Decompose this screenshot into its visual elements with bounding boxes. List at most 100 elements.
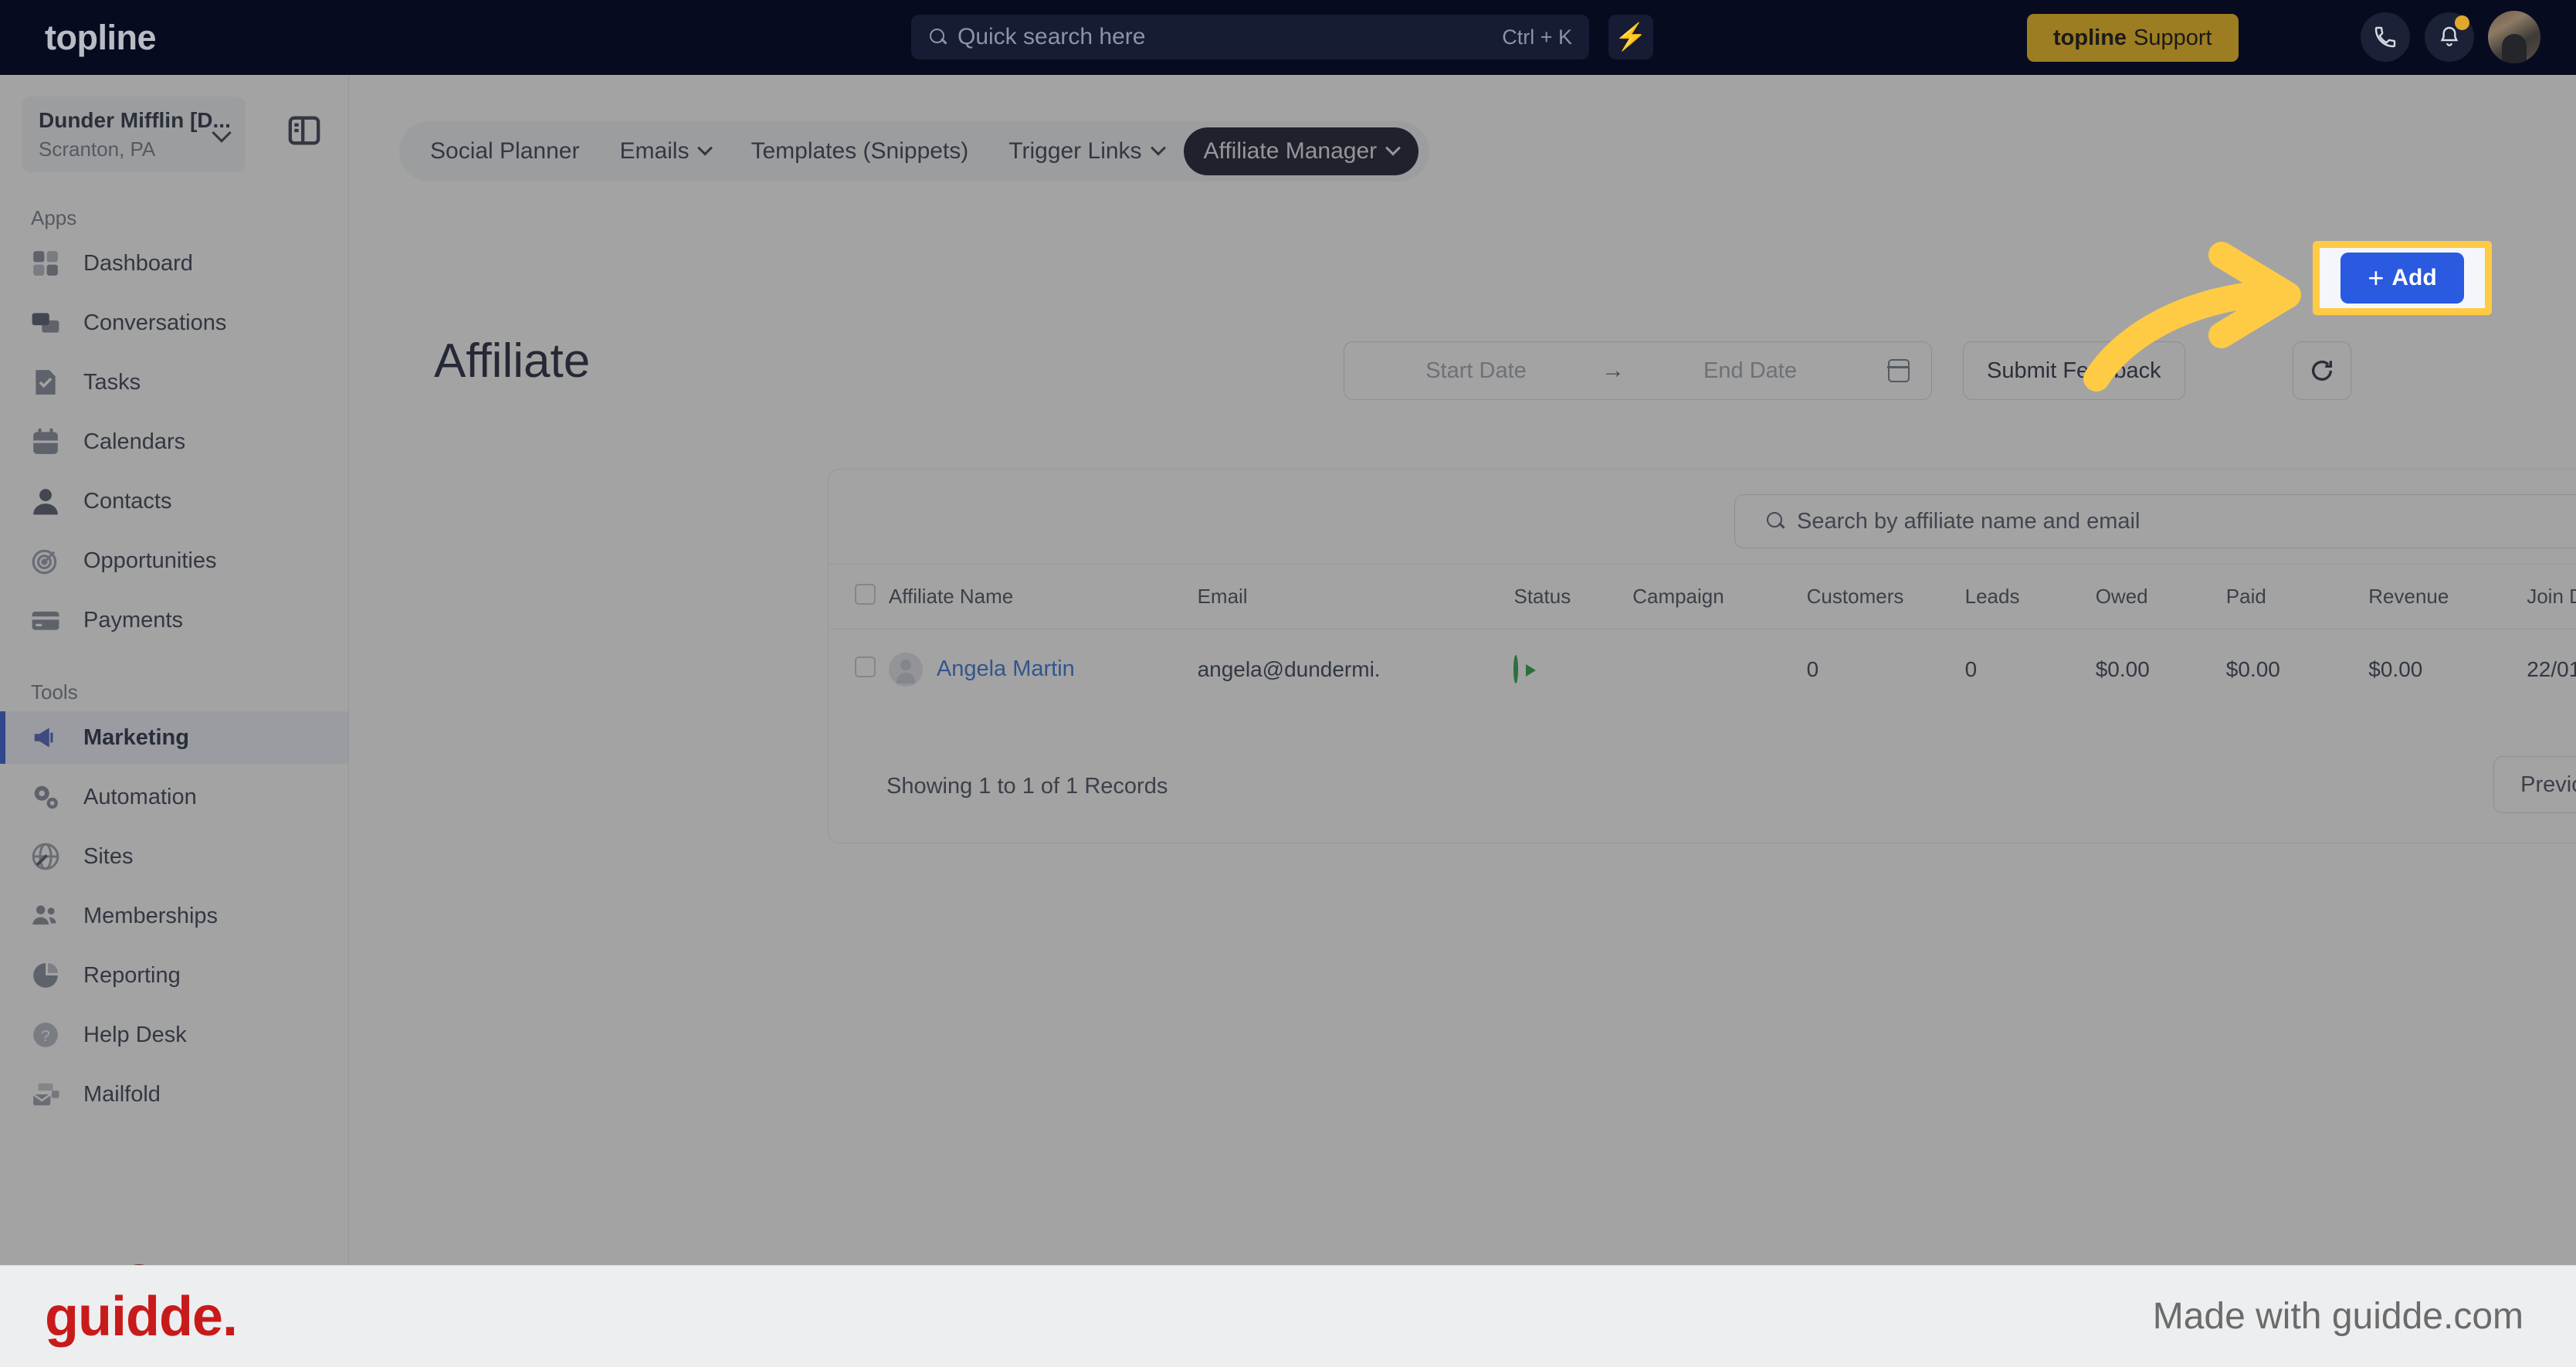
affiliate-table-card: Search by affiliate name and email Filte… xyxy=(828,469,2576,843)
chat-icon xyxy=(31,307,66,338)
add-button-label: Add xyxy=(2391,265,2437,290)
sidebar-item-marketing[interactable]: Marketing xyxy=(0,711,348,764)
submit-feedback-button[interactable]: Submit Feedback xyxy=(1963,341,2185,400)
sidebar-item-label: Automation xyxy=(83,784,197,809)
column-header-email[interactable]: Email xyxy=(1198,565,1514,629)
page-title: Affiliate xyxy=(434,334,591,388)
sidebar-item-label: Tasks xyxy=(83,369,141,395)
sidebar-item-label: Contacts xyxy=(83,488,172,514)
tab-emails[interactable]: Emails xyxy=(599,127,730,175)
app-logo[interactable]: topline xyxy=(45,18,300,58)
sidebar-collapse-button[interactable] xyxy=(287,115,321,146)
column-header-campaign[interactable]: Campaign xyxy=(1632,565,1806,629)
table-footer: Showing 1 to 1 of 1 Records Previous Nex… xyxy=(829,731,2576,843)
column-header-paid[interactable]: Paid xyxy=(2226,565,2368,629)
sidebar-item-memberships[interactable]: Memberships xyxy=(0,890,348,942)
add-button[interactable]: + Add xyxy=(2340,253,2464,304)
table-header: Affiliate Name Email Status Campaign Cus… xyxy=(829,564,2576,629)
start-date-input[interactable]: Start Date xyxy=(1366,358,1586,384)
notifications-button[interactable] xyxy=(2425,12,2474,62)
made-with-guidde-label: Made with guidde.com xyxy=(2152,1296,2523,1337)
search-placeholder: Search by affiliate name and email xyxy=(1797,508,2140,534)
cell-status xyxy=(1513,629,1632,710)
quick-actions-button[interactable]: ⚡ xyxy=(1608,15,1653,59)
support-label: Support xyxy=(2134,25,2212,50)
sidebar-item-tasks[interactable]: Tasks xyxy=(0,356,348,409)
sidebar-item-sites[interactable]: Sites xyxy=(0,830,348,883)
guidde-footer: guidde. Made with guidde.com xyxy=(0,1265,2576,1367)
top-header: topline Quick search here Ctrl + K ⚡ top… xyxy=(0,0,2576,75)
sidebar-item-help-desk[interactable]: ? Help Desk xyxy=(0,1009,348,1061)
select-all-checkbox[interactable] xyxy=(855,583,876,605)
lightning-bolt-icon: ⚡ xyxy=(1614,22,1648,52)
previous-page-button[interactable]: Previous xyxy=(2493,756,2576,813)
date-range-picker[interactable]: Start Date → End Date xyxy=(1344,341,1932,400)
gears-icon xyxy=(31,782,66,812)
column-header-join-date[interactable]: Join Date xyxy=(2527,565,2576,629)
svg-text:?: ? xyxy=(41,1027,49,1045)
search-icon xyxy=(1766,511,1786,531)
tab-social-planner[interactable]: Social Planner xyxy=(410,127,599,175)
cell-paid: $0.00 xyxy=(2225,656,2280,681)
global-search-placeholder: Quick search here xyxy=(958,24,1146,49)
dashboard-icon xyxy=(31,248,66,279)
row-checkbox[interactable] xyxy=(855,656,876,677)
column-header-revenue[interactable]: Revenue xyxy=(2368,565,2527,629)
play-circle-icon[interactable] xyxy=(1513,654,1519,684)
sidebar-item-conversations[interactable]: Conversations xyxy=(0,297,348,349)
notification-badge-dot xyxy=(2455,15,2469,30)
tab-affiliate-manager[interactable]: Affiliate Manager xyxy=(1183,127,1419,175)
date-range-arrow-icon: → xyxy=(1602,358,1625,383)
sidebar-item-payments[interactable]: Payments xyxy=(0,594,348,646)
column-header-affiliate-name[interactable]: Affiliate Name xyxy=(889,565,1198,629)
global-search-input[interactable]: Quick search here Ctrl + K xyxy=(911,15,1589,59)
cell-join-date: 22/01/24 xyxy=(2527,656,2576,681)
sidebar-item-calendars[interactable]: Calendars xyxy=(0,416,348,468)
sidebar-item-reporting[interactable]: Reporting xyxy=(0,949,348,1002)
sidebar-item-opportunities[interactable]: Opportunities xyxy=(0,534,348,587)
sidebar-item-label: Mailfold xyxy=(83,1081,161,1107)
account-selector[interactable]: Dunder Mifflin [D... Scranton, PA xyxy=(22,97,246,172)
cell-affiliate-name: Angela Martin xyxy=(888,629,1198,710)
support-brand-label: topline xyxy=(2053,25,2127,50)
affiliate-table: Affiliate Name Email Status Campaign Cus… xyxy=(829,564,2576,710)
column-header-leads[interactable]: Leads xyxy=(1965,565,2096,629)
record-count-label: Showing 1 to 1 of 1 Records xyxy=(886,774,1168,799)
sidebar-item-automation[interactable]: Automation xyxy=(0,771,348,823)
calendar-icon xyxy=(31,426,66,457)
avatar[interactable] xyxy=(2488,11,2540,63)
column-header-customers[interactable]: Customers xyxy=(1807,565,1965,629)
chevron-down-icon xyxy=(697,140,713,156)
column-header-status[interactable]: Status xyxy=(1513,565,1632,629)
support-button[interactable]: topline Support xyxy=(2027,14,2239,62)
app-root: topline Quick search here Ctrl + K ⚡ top… xyxy=(0,0,2576,1367)
megaphone-icon xyxy=(31,722,66,753)
tab-trigger-links[interactable]: Trigger Links xyxy=(988,127,1183,175)
sidebar-item-mailfold[interactable]: Mailfold xyxy=(0,1068,348,1121)
cell-email: angela@dundermi. xyxy=(1197,656,1381,681)
tab-label: Social Planner xyxy=(430,138,580,164)
sidebar-item-label: Payments xyxy=(83,607,183,633)
sidebar-item-label: Calendars xyxy=(83,429,186,454)
affiliate-name-link[interactable]: Angela Martin xyxy=(937,656,1075,682)
cell-owed: $0.00 xyxy=(2095,656,2150,681)
search-input[interactable]: Search by affiliate name and email xyxy=(1734,494,2576,548)
card-icon xyxy=(31,605,66,636)
main-content: Social Planner Emails Templates (Snippet… xyxy=(349,75,2576,1265)
guidde-logo: guidde. xyxy=(45,1285,238,1348)
sidebar-section-tools-label: Tools xyxy=(31,680,78,704)
previous-label: Previous xyxy=(2520,772,2576,797)
tab-templates-snippets[interactable]: Templates (Snippets) xyxy=(730,127,988,175)
column-header-owed[interactable]: Owed xyxy=(2096,565,2226,629)
chevron-down-icon xyxy=(1385,140,1402,156)
phone-button[interactable] xyxy=(2361,12,2410,62)
sidebar-item-dashboard[interactable]: Dashboard xyxy=(0,237,348,290)
table-header-row: Affiliate Name Email Status Campaign Cus… xyxy=(829,564,2576,629)
chevron-down-icon xyxy=(1150,140,1166,156)
sidebar-item-contacts[interactable]: Contacts xyxy=(0,475,348,527)
table-row[interactable]: Angela Martin angela@dundermi. 0 0 $0.00… xyxy=(829,629,2576,710)
end-date-input[interactable]: End Date xyxy=(1640,358,1860,384)
table-toolbar: Search by affiliate name and email Filte… xyxy=(829,470,2576,564)
refresh-button[interactable] xyxy=(2293,341,2351,400)
mail-icon xyxy=(31,1079,66,1110)
